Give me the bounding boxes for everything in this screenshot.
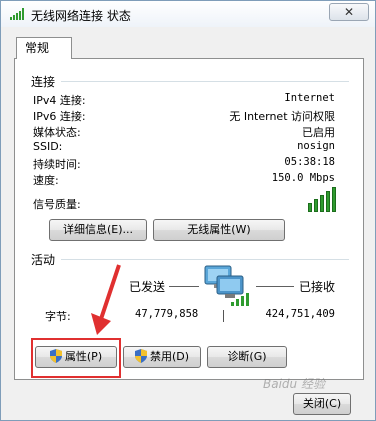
received-line	[256, 286, 294, 287]
red-arrow-icon	[91, 264, 121, 335]
signal-quality-label: 信号质量:	[33, 198, 81, 211]
tab-general[interactable]: 常规	[16, 37, 72, 59]
network-computers-icon	[204, 265, 249, 306]
window-close-button[interactable]: ✕	[329, 3, 369, 21]
bytes-received-value: 424,751,409	[265, 308, 335, 320]
connection-section-label: 连接	[31, 75, 56, 89]
ipv4-label: IPv4 连接:	[33, 94, 86, 107]
title-bar: 无线网络连接 状态 ✕	[1, 1, 375, 27]
close-button[interactable]: 关闭(C)	[293, 393, 351, 415]
connection-divider	[61, 81, 349, 82]
disable-button-label: 禁用(D)	[149, 350, 190, 363]
duration-value: 05:38:18	[284, 156, 335, 168]
media-state-value: 已启用	[302, 126, 335, 139]
sent-line	[169, 286, 199, 287]
diagnose-button[interactable]: 诊断(G)	[207, 346, 287, 368]
speed-label: 速度:	[33, 174, 59, 187]
activity-divider	[61, 259, 349, 260]
ipv4-value: Internet	[284, 92, 335, 104]
status-dialog: 无线网络连接 状态 ✕ 常规 连接 IPv4 连接: Internet IPv6…	[0, 0, 376, 421]
bytes-sent-value: 47,779,858	[135, 308, 199, 320]
received-label: 已接收	[299, 280, 336, 294]
wireless-properties-button[interactable]: 无线属性(W)	[153, 219, 285, 241]
bytes-divider	[223, 310, 224, 322]
media-state-label: 媒体状态:	[33, 126, 81, 139]
activity-section-label: 活动	[31, 253, 56, 267]
disable-button[interactable]: 禁用(D)	[123, 346, 201, 368]
window-title: 无线网络连接 状态	[31, 9, 131, 23]
speed-value: 150.0 Mbps	[271, 172, 335, 184]
bytes-label: 字节:	[45, 310, 71, 323]
duration-label: 持续时间:	[33, 158, 81, 171]
uac-shield-icon	[134, 349, 147, 363]
sent-label: 已发送	[129, 280, 166, 294]
ipv6-label: IPv6 连接:	[33, 110, 86, 123]
ssid-label: SSID:	[33, 140, 63, 153]
details-button[interactable]: 详细信息(E)...	[49, 219, 147, 241]
ipv6-value: 无 Internet 访问权限	[229, 110, 335, 123]
wireless-signal-icon	[10, 8, 24, 20]
highlight-box	[31, 338, 121, 378]
ssid-value: nosign	[297, 140, 335, 152]
watermark: Baidu 经验	[263, 377, 325, 391]
